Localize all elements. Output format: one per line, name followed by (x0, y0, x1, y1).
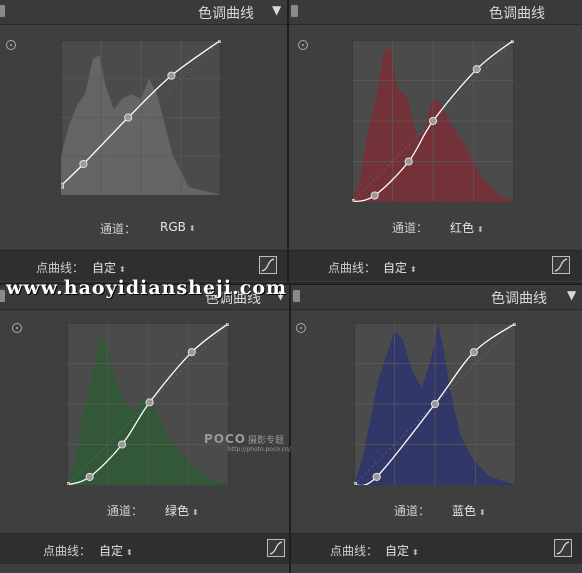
panel-header[interactable]: 色调曲线 ▼ (0, 0, 287, 25)
spinner-arrows-icon: ⬍ (477, 225, 484, 234)
poco-logo: POCO (204, 432, 247, 446)
curve-endpoint[interactable] (354, 482, 357, 486)
channel-label: 通道： (392, 221, 429, 235)
collapse-triangle-icon[interactable]: ▼ (272, 3, 281, 17)
curve-control-point[interactable] (428, 116, 438, 126)
curve-control-point[interactable] (79, 159, 88, 169)
curve-control-point[interactable] (472, 65, 481, 74)
target-adjust-icon[interactable] (298, 40, 308, 50)
panel-header[interactable]: 色调曲线 (289, 0, 582, 25)
point-curve-label: 点曲线： (328, 261, 377, 275)
curve-endpoint[interactable] (352, 199, 355, 203)
spinner-arrows-icon: ⬍ (410, 265, 417, 274)
spinner-arrows-icon: ⬍ (119, 265, 126, 274)
curve-control-point[interactable] (85, 472, 94, 481)
watermark: www.haoyidiansheji.com (6, 277, 288, 299)
panel-footer: 点曲线： 自定 ⬍ (289, 250, 582, 281)
spinner-arrows-icon: ⬍ (412, 548, 419, 557)
curve-control-point[interactable] (167, 71, 176, 80)
tone-curve-panel-blue: 色调曲线 ▼ 通道： 蓝色 ⬍ 点曲线： 自定 ⬍ (291, 285, 582, 573)
curve-endpoint[interactable] (226, 323, 230, 326)
panel-footer: 点曲线： 自定 ⬍ (291, 533, 582, 564)
point-curve-label: 点曲线： (36, 261, 85, 275)
panel-grip-icon[interactable] (293, 290, 300, 302)
target-adjust-icon[interactable] (6, 40, 16, 50)
channel-select[interactable]: 红色 ⬍ (450, 219, 484, 236)
curve-control-point[interactable] (187, 348, 196, 357)
point-curve-label: 点曲线： (330, 544, 379, 558)
spinner-arrows-icon: ⬍ (479, 508, 486, 517)
point-curve-select[interactable]: 自定 ⬍ (92, 259, 126, 276)
curve-control-point[interactable] (469, 348, 478, 357)
curve-endpoint[interactable] (67, 482, 70, 486)
point-curve-select[interactable]: 自定 ⬍ (99, 542, 133, 559)
panel-title: 色调曲线 (491, 291, 547, 307)
point-curve-edit-icon[interactable] (267, 539, 285, 557)
curve-control-point[interactable] (370, 191, 379, 200)
channel-select[interactable]: 绿色 ⬍ (165, 502, 199, 519)
spinner-arrows-icon: ⬍ (188, 224, 196, 233)
curve-control-point[interactable] (124, 113, 133, 122)
panel-footer: 点曲线： 自定 ⬍ (0, 533, 289, 564)
channel-label: 通道： (100, 222, 137, 236)
curve-graph[interactable] (67, 323, 229, 485)
curve-control-point[interactable] (372, 472, 381, 481)
curve-graph[interactable] (354, 323, 516, 485)
point-curve-label: 点曲线： (43, 544, 92, 558)
curve-control-point[interactable] (118, 440, 127, 449)
panel-title: 色调曲线 (198, 6, 254, 22)
panel-grip-icon[interactable] (291, 5, 298, 17)
channel-select[interactable]: 蓝色 ⬍ (452, 502, 486, 519)
spinner-arrows-icon: ⬍ (126, 548, 133, 557)
point-curve-select[interactable]: 自定 ⬍ (385, 542, 419, 559)
curve-endpoint[interactable] (218, 40, 222, 43)
point-curve-edit-icon[interactable] (552, 256, 570, 274)
tone-curve-panel-red: 色调曲线 通道： 红色 ⬍ 点曲线： 自定 ⬍ (289, 0, 582, 282)
panel-title: 色调曲线 (489, 6, 545, 22)
curve-graph[interactable] (61, 40, 221, 195)
poco-url: http://photo.poco.cn/ (228, 446, 291, 453)
target-adjust-icon[interactable] (12, 323, 22, 333)
panel-grip-icon[interactable] (0, 290, 5, 302)
curve-graph[interactable] (352, 40, 514, 202)
target-adjust-icon[interactable] (296, 323, 306, 333)
channel-label: 通道： (107, 504, 144, 518)
panel-header[interactable]: 色调曲线 ▼ (291, 285, 582, 310)
channel-label: 通道： (394, 504, 431, 518)
curve-control-point[interactable] (145, 398, 154, 407)
curve-control-point[interactable] (430, 399, 440, 409)
tone-curve-panel-rgb: 色调曲线 ▼ 通道： RGB ⬍ 点曲线： 自定 ⬍ (0, 0, 287, 282)
spinner-arrows-icon: ⬍ (192, 508, 199, 517)
collapse-triangle-icon[interactable]: ▼ (567, 288, 576, 302)
curve-endpoint[interactable] (61, 182, 64, 189)
point-curve-edit-icon[interactable] (259, 256, 277, 274)
poco-watermark: POCO 摄影专题 http://photo.poco.cn/ (204, 428, 291, 453)
point-curve-edit-icon[interactable] (554, 539, 572, 557)
poco-tag: 摄影专题 (248, 436, 285, 446)
panel-grip-icon[interactable] (0, 5, 5, 17)
channel-select[interactable]: RGB ⬍ (160, 220, 196, 234)
curve-control-point[interactable] (404, 157, 413, 166)
point-curve-select[interactable]: 自定 ⬍ (383, 259, 417, 276)
curve-endpoint[interactable] (513, 323, 517, 326)
curve-endpoint[interactable] (511, 40, 515, 43)
